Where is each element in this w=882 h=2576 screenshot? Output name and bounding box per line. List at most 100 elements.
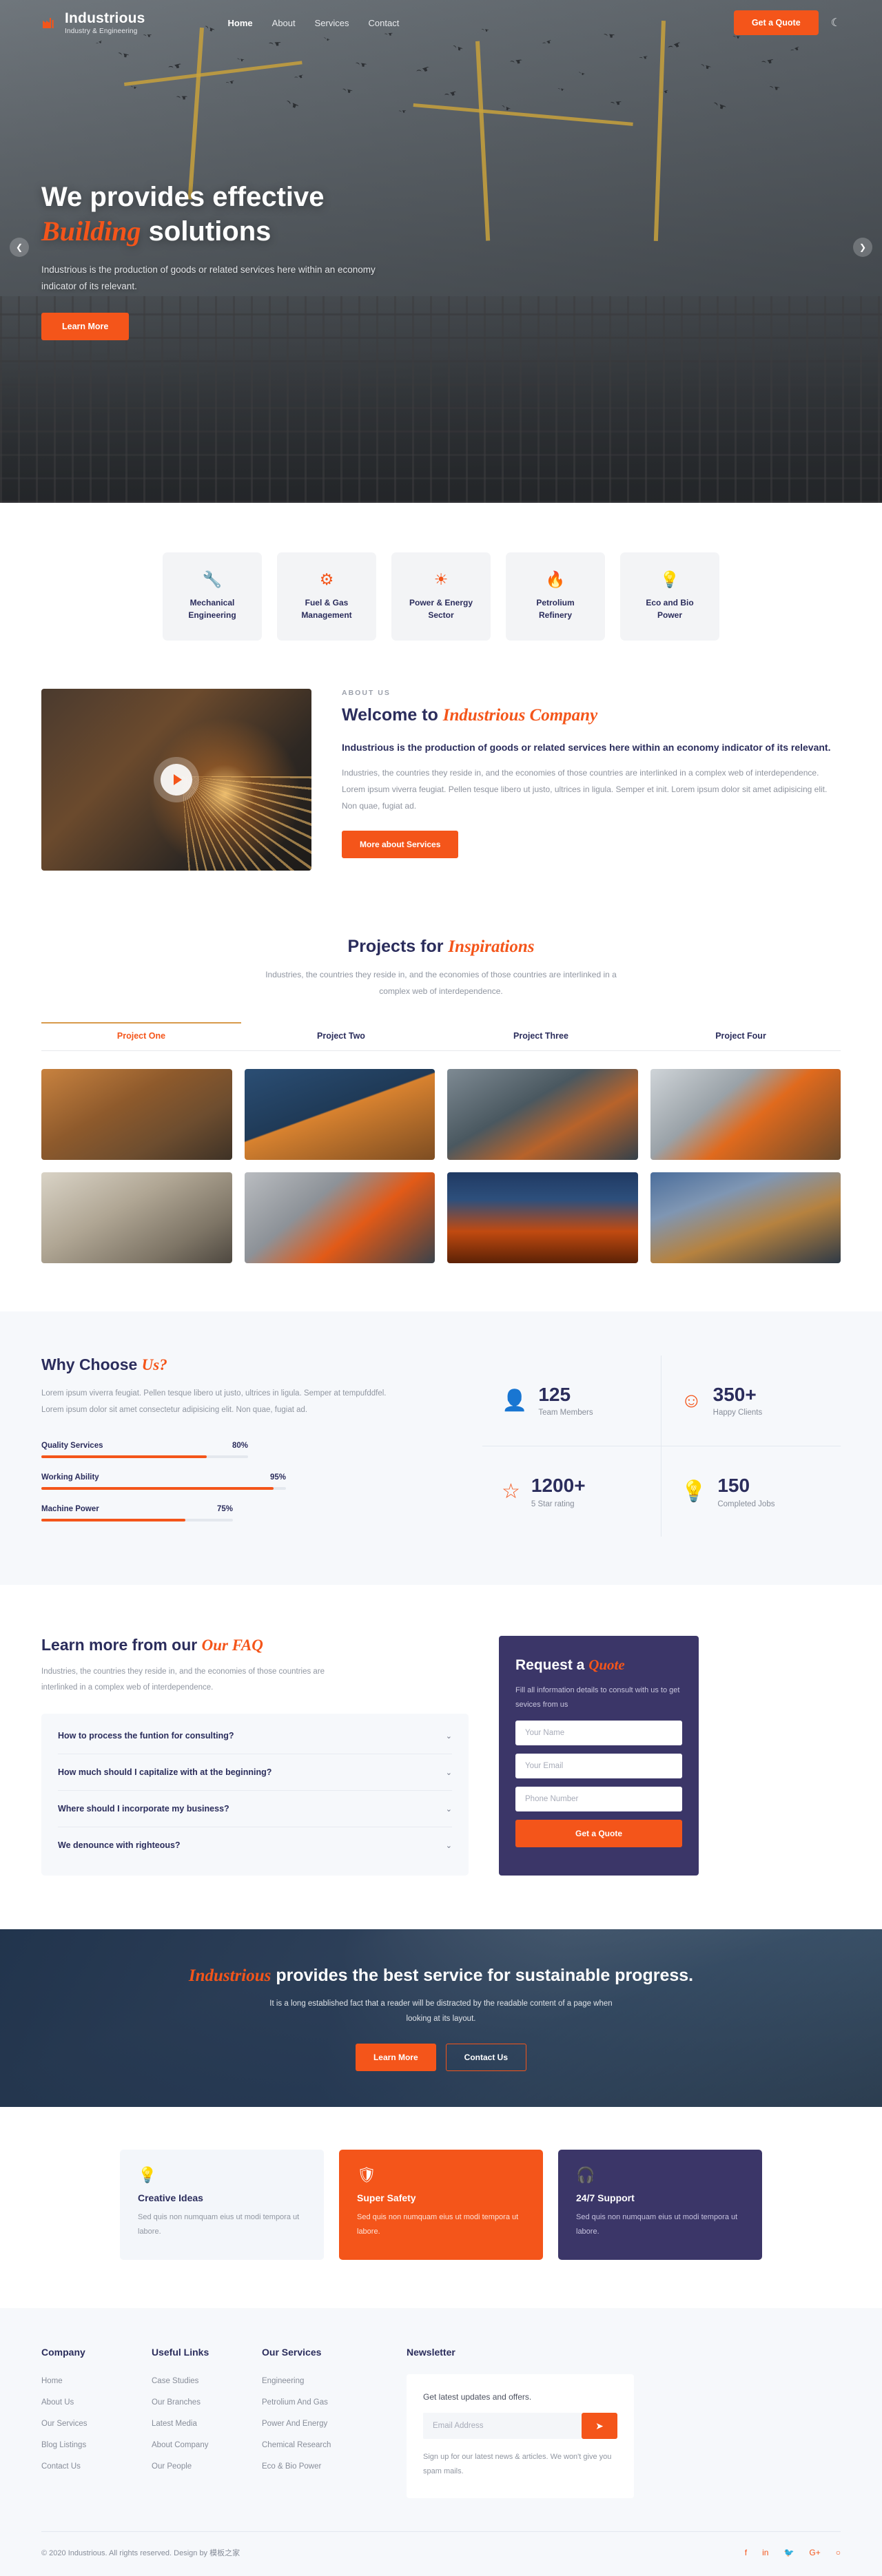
footer-link[interactable]: Chemical Research: [262, 2441, 331, 2449]
footer-column-3: Our Services Engineering Petrolium And Gas…: [262, 2347, 372, 2498]
footer-link[interactable]: Our Services: [41, 2420, 87, 2428]
footer-link[interactable]: About Company: [152, 2441, 208, 2449]
smiley-icon: ☺: [681, 1389, 702, 1412]
faq-item-1[interactable]: How to process the funtion for consultin…: [58, 1718, 452, 1755]
footer-link[interactable]: Petrolium And Gas: [262, 2398, 328, 2407]
quote-name-input[interactable]: [515, 1721, 682, 1746]
cta-heading: Industrious provides the best service fo…: [189, 1966, 693, 1986]
quote-phone-input[interactable]: [515, 1787, 682, 1812]
feature-card-2[interactable]: 🛡 Super Safety Sed quis non numquam eius u…: [339, 2150, 543, 2261]
faq-item-4[interactable]: We denounce with righteous? ⌄: [58, 1827, 452, 1863]
bulb-icon: 💡: [138, 2166, 157, 2184]
footer-link[interactable]: About Us: [41, 2398, 74, 2407]
about-section: ABOUT US Welcome to Industrious Company …: [0, 674, 882, 924]
user-icon: 👤: [502, 1389, 528, 1412]
cta-paragraph: It is a long established fact that a rea…: [269, 1999, 613, 2023]
project-thumbnail-5[interactable]: [41, 1172, 232, 1263]
project-tab-4[interactable]: Project Four: [641, 1023, 841, 1050]
service-card-3[interactable]: ☀ Power & Energy Sector: [391, 552, 491, 641]
facebook-icon[interactable]: f: [745, 2548, 747, 2557]
chevron-down-icon[interactable]: ⌄: [446, 1768, 452, 1777]
moon-icon[interactable]: ☾: [831, 16, 841, 30]
projects-subtitle: Industries, the countries they reside in…: [265, 970, 617, 996]
request-quote-card: Request a Quote Fill all information det…: [499, 1636, 699, 1876]
faq-item-2[interactable]: How much should I capitalize with at the…: [58, 1754, 452, 1791]
main-navigation[interactable]: Home About Services Contact: [228, 18, 400, 28]
project-tab-1[interactable]: Project One: [41, 1022, 241, 1050]
cta-learn-more-button[interactable]: Learn More: [355, 2043, 436, 2071]
footer-link[interactable]: Home: [41, 2377, 63, 2385]
footer-link-list: Case Studies Our Branches Latest Media Abou…: [152, 2374, 262, 2472]
quote-submit-button[interactable]: Get a Quote: [515, 1820, 682, 1848]
send-icon[interactable]: ➤: [582, 2413, 617, 2440]
linkedin-icon[interactable]: in: [762, 2548, 768, 2557]
footer-link[interactable]: Power And Energy: [262, 2420, 327, 2428]
twitter-icon[interactable]: 🐦: [783, 2548, 794, 2557]
footer-list-item: Blog Listings: [41, 2438, 152, 2451]
footer-link[interactable]: Our People: [152, 2462, 192, 2471]
about-video-thumbnail[interactable]: [41, 689, 311, 871]
footer-link[interactable]: Case Studies: [152, 2377, 198, 2385]
projects-tab-list[interactable]: Project One Project Two Project Three Proje…: [41, 1022, 841, 1051]
footer-list-item: Our People: [152, 2460, 262, 2472]
project-thumbnail-1[interactable]: [41, 1069, 232, 1160]
brand-logo[interactable]: Industrious Industry & Engineering: [41, 11, 145, 35]
footer-link[interactable]: Eco & Bio Power: [262, 2462, 321, 2471]
service-card-5[interactable]: 💡 Eco and Bio Power: [620, 552, 719, 641]
skill-bar-list: Quality Services 80% Working Ability 95% Mac…: [41, 1442, 455, 1522]
quote-heading: Request a Quote: [515, 1656, 682, 1674]
project-thumbnail-6[interactable]: [244, 1172, 435, 1263]
footer-link[interactable]: Blog Listings: [41, 2441, 86, 2449]
google-plus-icon[interactable]: G+: [809, 2548, 820, 2557]
hero-next-slide-button[interactable]: ❯: [853, 238, 872, 257]
nav-link-services[interactable]: Services: [315, 18, 349, 28]
footer-link[interactable]: Our Branches: [152, 2398, 201, 2407]
service-card-2[interactable]: ⚙ Fuel & Gas Management: [277, 552, 376, 641]
skill-bar-fill: [41, 1519, 185, 1522]
play-icon[interactable]: [161, 764, 192, 796]
nav-link-contact[interactable]: Contact: [369, 18, 400, 28]
about-body: Industries, the countries they reside in…: [342, 767, 828, 811]
github-icon[interactable]: ○: [836, 2548, 841, 2557]
feature-card-1[interactable]: 💡 Creative Ideas Sed quis non numquam eius…: [120, 2150, 324, 2261]
service-card-1[interactable]: 🔧 Mechanical Engineering: [163, 552, 262, 641]
cta-contact-us-button[interactable]: Contact Us: [445, 2043, 526, 2071]
service-card-4[interactable]: 🔥 Petrolium Refinery: [506, 552, 605, 641]
chevron-down-icon[interactable]: ⌄: [446, 1732, 452, 1741]
footer-column-2: Useful Links Case Studies Our Branches Late…: [152, 2347, 262, 2498]
quote-email-input[interactable]: [515, 1754, 682, 1779]
project-thumbnail-4[interactable]: [650, 1069, 841, 1160]
shield-icon: 🛡: [357, 2166, 376, 2184]
hero-paragraph: Industrious is the production of goods o…: [41, 264, 376, 292]
service-label-line1: Eco and Bio: [646, 598, 694, 608]
about-more-services-button[interactable]: More about Services: [342, 830, 459, 858]
chevron-down-icon[interactable]: ⌄: [446, 1805, 452, 1814]
hero-prev-slide-button[interactable]: ❮: [10, 238, 29, 257]
footer-social-links[interactable]: f in 🐦 G+ ○: [745, 2548, 841, 2557]
chevron-down-icon[interactable]: ⌄: [446, 1841, 452, 1850]
nav-link-home[interactable]: Home: [228, 18, 253, 28]
hero-learn-more-button[interactable]: Learn More: [41, 313, 130, 341]
footer-link[interactable]: Contact Us: [41, 2462, 81, 2471]
header-get-quote-button[interactable]: Get a Quote: [733, 10, 819, 35]
project-thumbnail-8[interactable]: [650, 1172, 841, 1263]
skill-bar-track: [41, 1487, 286, 1490]
project-thumbnail-2[interactable]: [244, 1069, 435, 1160]
feature-card-3[interactable]: 🎧 24/7 Support Sed quis non numquam eius u…: [558, 2150, 762, 2261]
nav-link-about[interactable]: About: [272, 18, 296, 28]
footer-link[interactable]: Latest Media: [152, 2420, 197, 2428]
project-tab-3[interactable]: Project Three: [441, 1023, 641, 1050]
headset-icon: 🎧: [576, 2166, 595, 2184]
star-icon: ☆: [502, 1479, 520, 1503]
feature-description: Sed quis non numquam eius ut modi tempor…: [138, 2213, 300, 2236]
project-thumbnail-3[interactable]: [447, 1069, 638, 1160]
faq-heading-italic: Our FAQ: [201, 1637, 263, 1654]
project-thumbnail-7[interactable]: [447, 1172, 638, 1263]
faq-accordion[interactable]: How to process the funtion for consultin…: [41, 1714, 469, 1876]
faq-item-3[interactable]: Where should I incorporate my business? ⌄: [58, 1791, 452, 1828]
footer-link[interactable]: Engineering: [262, 2377, 304, 2385]
project-tab-2[interactable]: Project Two: [241, 1023, 441, 1050]
newsletter-email-input[interactable]: [423, 2413, 582, 2440]
about-heading: Welcome to Industrious Company: [342, 704, 841, 727]
flame-icon: 🔥: [545, 570, 566, 589]
